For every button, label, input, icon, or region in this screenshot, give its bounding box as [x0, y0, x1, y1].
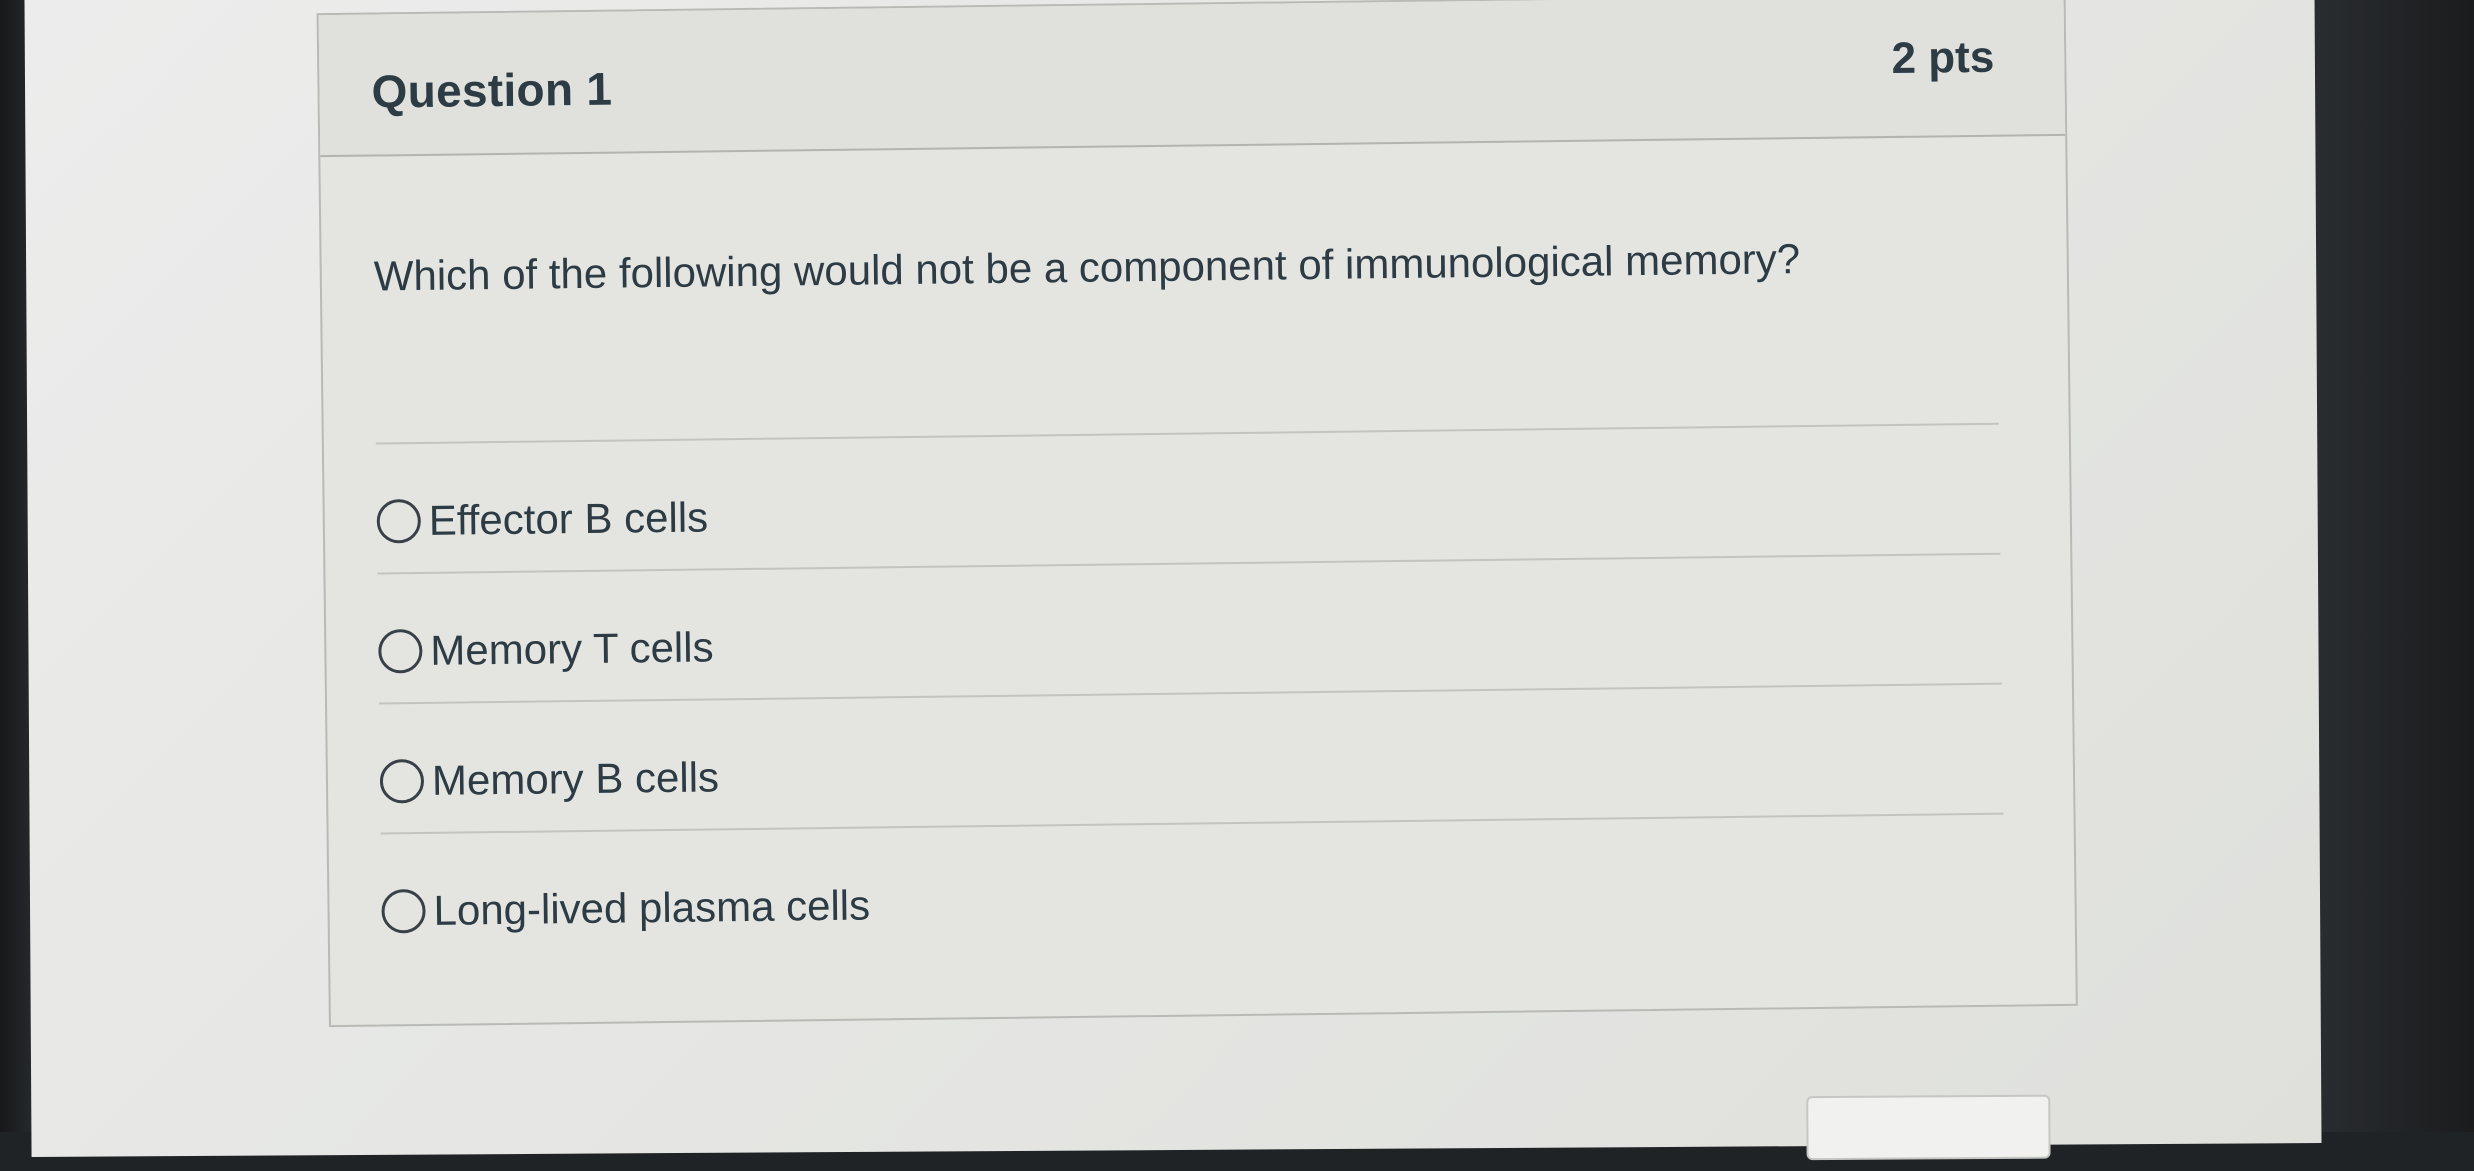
question-points: 2 pts — [1891, 32, 1995, 83]
radio-button[interactable] — [379, 758, 425, 804]
answer-divider — [379, 682, 2002, 705]
answer-option[interactable]: Effector B cells — [376, 482, 708, 556]
radio-button[interactable] — [376, 498, 422, 544]
screen: Question 1 2 pts Which of the following … — [24, 0, 2322, 1161]
question-title: Question 1 — [371, 62, 613, 118]
answer-label: Memory T cells — [430, 623, 714, 674]
answer-divider — [377, 552, 2001, 575]
question-text: Which of the following would not be a co… — [373, 235, 1801, 300]
answer-label: Effector B cells — [428, 493, 709, 544]
question-header: Question 1 2 pts — [318, 0, 2066, 158]
answer-label: Long-lived plasma cells — [433, 881, 871, 934]
question-divider — [375, 422, 1999, 445]
answer-option[interactable]: Long-lived plasma cells — [381, 871, 870, 947]
answer-option[interactable]: Memory T cells — [378, 612, 714, 686]
answer-option[interactable]: Memory B cells — [379, 742, 720, 816]
answer-label: Memory B cells — [431, 753, 720, 804]
next-button[interactable] — [1806, 1094, 2051, 1161]
radio-button[interactable] — [378, 628, 423, 674]
question-card: Question 1 2 pts Which of the following … — [316, 0, 2078, 1028]
radio-button[interactable] — [381, 888, 426, 934]
answer-divider — [380, 812, 2004, 835]
